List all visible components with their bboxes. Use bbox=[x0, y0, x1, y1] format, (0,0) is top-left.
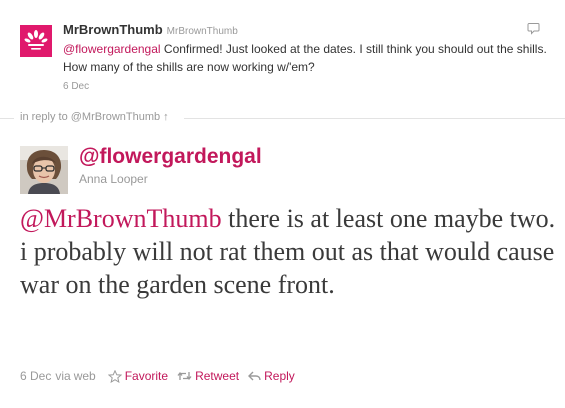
flower-logo-icon bbox=[20, 25, 52, 57]
parent-mention-link[interactable]: @flowergardengal bbox=[63, 42, 161, 56]
main-avatar[interactable] bbox=[20, 146, 68, 194]
tweet-meta-row: 6 Dec via web Favorite Retweet Reply bbox=[20, 369, 295, 383]
parent-avatar[interactable] bbox=[20, 25, 52, 57]
retweet-icon bbox=[177, 371, 192, 381]
arrow-up-icon: ↑ bbox=[163, 111, 169, 123]
parent-display-name[interactable]: MrBrownThumb bbox=[63, 22, 163, 37]
parent-timestamp[interactable]: 6 Dec bbox=[63, 81, 89, 92]
parent-screen-name[interactable]: MrBrownThumb bbox=[167, 26, 238, 37]
reply-label: Reply bbox=[264, 369, 295, 383]
in-reply-to-link[interactable]: in reply to @MrBrownThumb ↑ bbox=[20, 111, 169, 123]
star-icon bbox=[107, 369, 122, 383]
main-mention-link[interactable]: @MrBrownThumb bbox=[20, 204, 222, 233]
user-photo-icon bbox=[20, 146, 68, 194]
parent-header: MrBrownThumb MrBrownThumb bbox=[63, 21, 238, 39]
speech-bubble-icon[interactable] bbox=[527, 22, 540, 35]
reply-arrow-icon bbox=[248, 371, 261, 381]
favorite-label: Favorite bbox=[124, 369, 169, 383]
main-timestamp[interactable]: 6 Dec bbox=[20, 369, 51, 383]
parent-tweet: MrBrownThumb MrBrownThumb @flowergardenga… bbox=[0, 0, 565, 104]
in-reply-to-label: in reply to @MrBrownThumb bbox=[20, 111, 161, 123]
retweet-label: Retweet bbox=[195, 369, 240, 383]
divider-left bbox=[0, 118, 14, 119]
favorite-button[interactable]: Favorite bbox=[107, 369, 169, 383]
via-source[interactable]: web bbox=[74, 369, 96, 383]
reply-button[interactable]: Reply bbox=[248, 369, 295, 383]
parent-tweet-text: @flowergardengal Confirmed! Just looked … bbox=[63, 40, 553, 76]
divider-right bbox=[184, 118, 565, 119]
main-screen-name[interactable]: @flowergardengal bbox=[79, 145, 262, 169]
main-tweet-text: @MrBrownThumb there is at least one mayb… bbox=[20, 202, 560, 301]
main-display-name: Anna Looper bbox=[79, 172, 148, 186]
retweet-button[interactable]: Retweet bbox=[177, 369, 239, 383]
via-label: via bbox=[55, 369, 71, 383]
